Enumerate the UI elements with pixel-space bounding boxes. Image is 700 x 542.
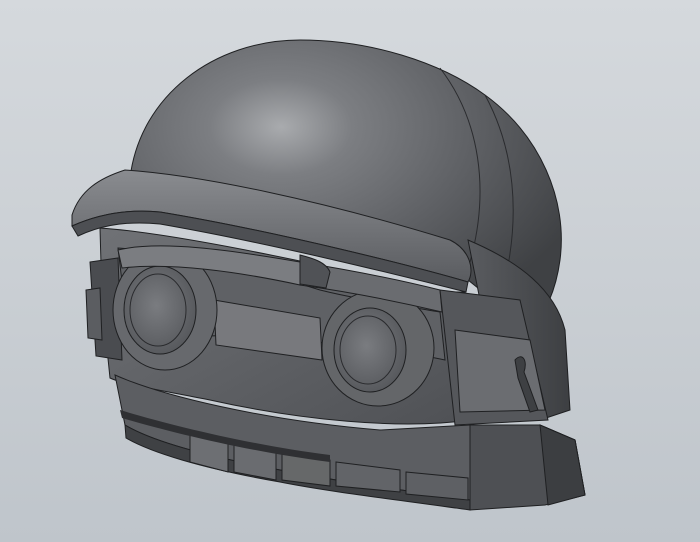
- left-goggle-lens: [123, 265, 197, 355]
- left-side-tab: [85, 287, 103, 341]
- right-jaw-face: [539, 424, 586, 506]
- cad-viewport[interactable]: [0, 0, 700, 542]
- helmet-model[interactable]: [0, 0, 700, 542]
- right-goggle-lens: [333, 307, 407, 393]
- brow-notch: [299, 254, 331, 289]
